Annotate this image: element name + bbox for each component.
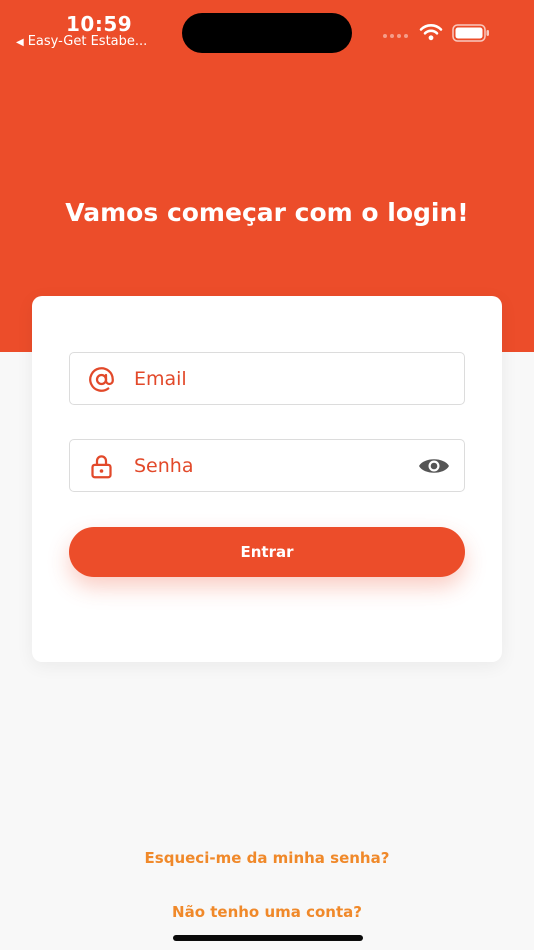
at-sign-icon [89,367,114,392]
wifi-icon [419,24,443,41]
password-input[interactable] [134,448,414,484]
email-field[interactable] [69,352,465,405]
show-password-eye-icon[interactable] [418,454,450,478]
login-card: Entrar [32,296,502,662]
status-time: 10:59 [66,12,133,36]
back-triangle-icon: ◀ [16,37,24,48]
login-button[interactable]: Entrar [69,527,465,577]
password-field[interactable] [69,439,465,492]
dynamic-island [182,13,352,53]
home-indicator [173,935,363,941]
status-bar: 10:59 ◀ Easy-Get Estabe... [0,0,534,60]
battery-icon [452,24,489,42]
back-app-label: Easy-Get Estabe... [27,34,148,49]
back-to-app-link[interactable]: ◀ Easy-Get Estabe... [16,34,147,49]
email-input[interactable] [134,361,414,397]
lock-icon [91,455,112,479]
no-account-link[interactable]: Não tenho uma conta? [0,903,534,921]
signal-icon [383,34,408,38]
forgot-password-link[interactable]: Esqueci-me da minha senha? [0,849,534,867]
page-title: Vamos começar com o login! [65,198,469,227]
